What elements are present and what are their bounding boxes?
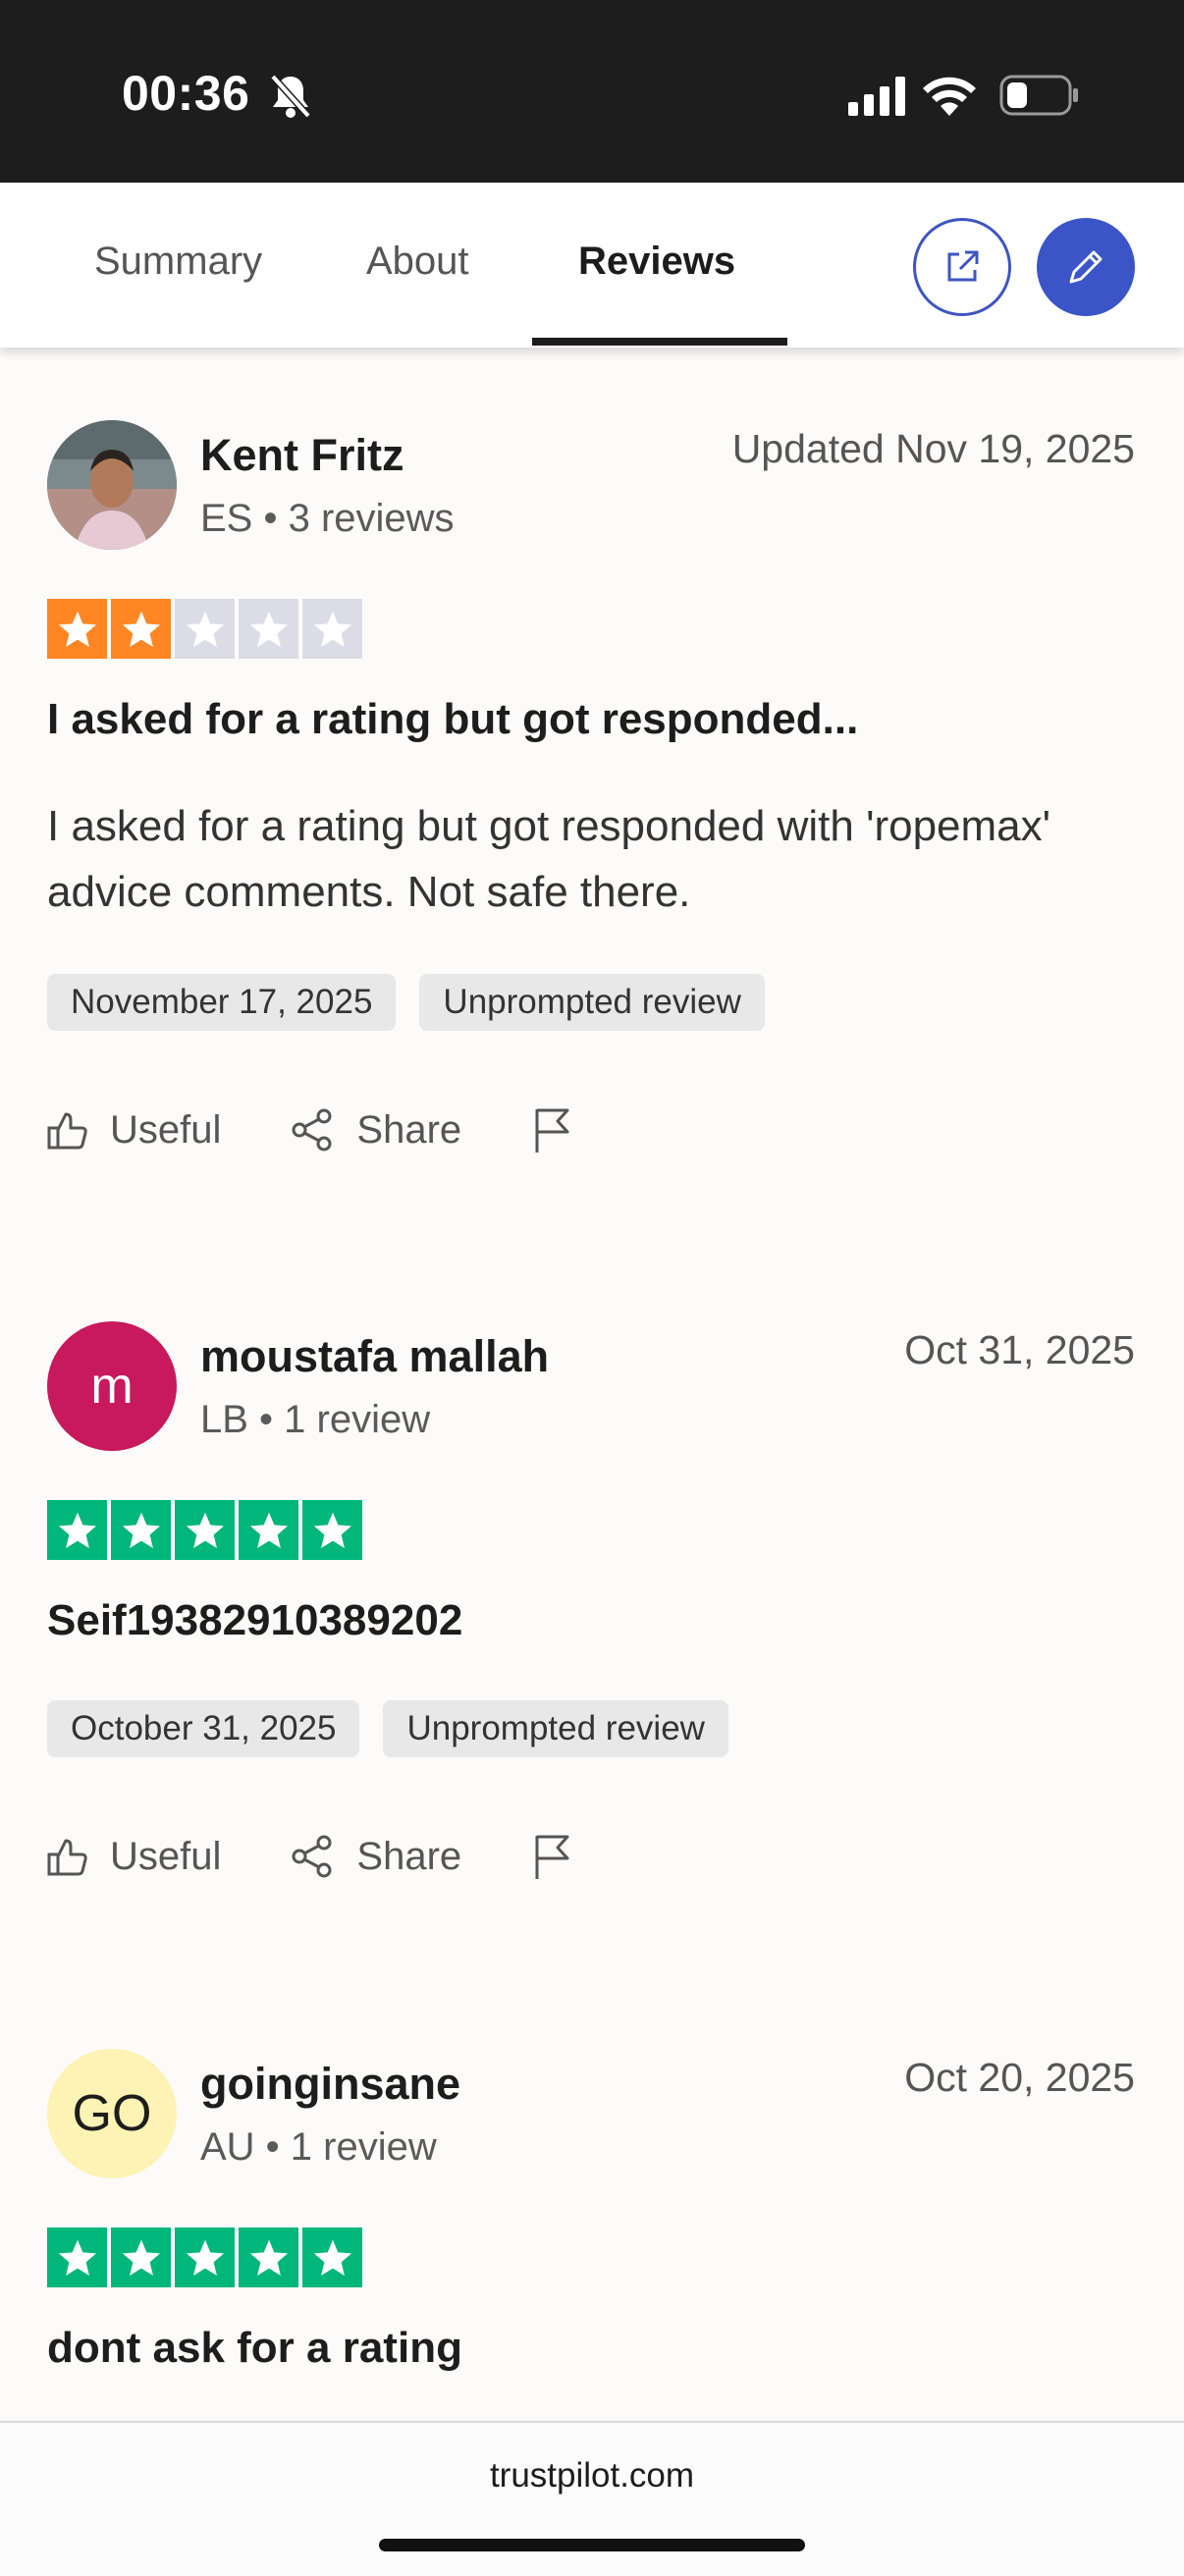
flag-icon xyxy=(535,1835,569,1879)
review-title[interactable]: Seif19382910389202 xyxy=(47,1596,462,1645)
review-date: Oct 31, 2025 xyxy=(904,1327,1135,1372)
star-icon xyxy=(175,1500,235,1560)
avatar xyxy=(47,420,177,550)
share-button[interactable]: Share xyxy=(290,1834,461,1879)
reviewer-meta: ES • 3 reviews xyxy=(200,497,455,540)
useful-button[interactable]: Useful xyxy=(45,1108,221,1153)
review-chips: November 17, 2025 Unprompted review xyxy=(47,974,765,1031)
tab-summary[interactable]: Summary xyxy=(94,240,262,284)
review-actions: Useful Share xyxy=(45,1105,664,1154)
star-icon xyxy=(175,2227,235,2287)
review-body: I asked for a rating but got responded w… xyxy=(47,802,1051,916)
star-icon xyxy=(239,1500,298,1560)
star-rating xyxy=(47,2227,362,2287)
home-indicator[interactable] xyxy=(379,2539,805,2551)
report-button[interactable] xyxy=(530,1105,595,1154)
status-bar: 00:36 xyxy=(0,0,1184,183)
write-review-button[interactable] xyxy=(1037,218,1135,316)
review-actions: Useful Share xyxy=(45,1832,664,1881)
status-time: 00:36 xyxy=(122,66,250,121)
star-icon xyxy=(111,1500,171,1560)
pencil-icon xyxy=(1069,250,1103,284)
bell-muted-icon xyxy=(269,73,312,125)
unprompted-review-chip[interactable]: Unprompted review xyxy=(383,1700,728,1757)
reviewer-name[interactable]: goinginsane xyxy=(200,2059,460,2110)
experience-date-chip: October 31, 2025 xyxy=(47,1700,360,1757)
reviewer-name[interactable]: Kent Fritz xyxy=(200,430,404,481)
star-icon xyxy=(47,2227,107,2287)
share-label: Share xyxy=(356,1834,462,1878)
avatar: GO xyxy=(47,2049,177,2178)
flag-icon xyxy=(535,1108,569,1153)
star-icon xyxy=(111,599,171,659)
wifi-icon xyxy=(923,73,976,121)
unprompted-review-chip[interactable]: Unprompted review xyxy=(419,974,765,1031)
avatar-initials: GO xyxy=(72,2085,152,2142)
thumbs-up-icon xyxy=(47,1112,87,1150)
share-icon xyxy=(292,1835,332,1878)
browser-footer: trustpilot.com xyxy=(0,2421,1184,2576)
avatar-initials: m xyxy=(90,1358,134,1415)
review-title[interactable]: I asked for a rating but got responded..… xyxy=(47,695,858,744)
reviewer-meta: AU • 1 review xyxy=(200,2125,437,2169)
star-icon xyxy=(302,599,362,659)
open-external-button[interactable] xyxy=(913,218,1011,316)
useful-label: Useful xyxy=(110,1834,222,1878)
share-icon xyxy=(292,1108,332,1152)
url-label[interactable]: trustpilot.com xyxy=(0,2456,1184,2496)
tab-bar: Summary About Reviews xyxy=(0,183,1184,348)
review-date: Updated Nov 19, 2025 xyxy=(731,426,1135,471)
star-icon xyxy=(47,599,107,659)
star-icon xyxy=(302,2227,362,2287)
share-label: Share xyxy=(356,1107,462,1152)
tab-about[interactable]: About xyxy=(366,240,469,284)
star-icon xyxy=(239,599,298,659)
review-title[interactable]: dont ask for a rating xyxy=(47,2324,462,2373)
star-icon xyxy=(302,1500,362,1560)
star-icon xyxy=(239,2227,298,2287)
star-rating xyxy=(47,599,362,659)
star-rating xyxy=(47,1500,362,1560)
share-button[interactable]: Share xyxy=(290,1107,461,1153)
star-icon xyxy=(175,599,235,659)
review-date: Oct 20, 2025 xyxy=(904,2055,1135,2100)
review-chips: October 31, 2025 Unprompted review xyxy=(47,1700,728,1757)
star-icon xyxy=(111,2227,171,2287)
external-link-icon xyxy=(947,250,979,282)
useful-button[interactable]: Useful xyxy=(45,1835,221,1879)
avatar: m xyxy=(47,1321,177,1451)
experience-date-chip: November 17, 2025 xyxy=(47,974,397,1031)
thumbs-up-icon xyxy=(47,1839,87,1876)
cell-signal-icon xyxy=(848,77,907,121)
star-icon xyxy=(47,1500,107,1560)
reviewer-name[interactable]: moustafa mallah xyxy=(200,1331,549,1382)
report-button[interactable] xyxy=(530,1832,595,1881)
active-tab-indicator xyxy=(532,338,787,346)
tab-reviews[interactable]: Reviews xyxy=(578,240,735,284)
useful-label: Useful xyxy=(110,1107,222,1152)
reviewer-meta: LB • 1 review xyxy=(200,1398,431,1441)
battery-icon xyxy=(999,75,1080,121)
